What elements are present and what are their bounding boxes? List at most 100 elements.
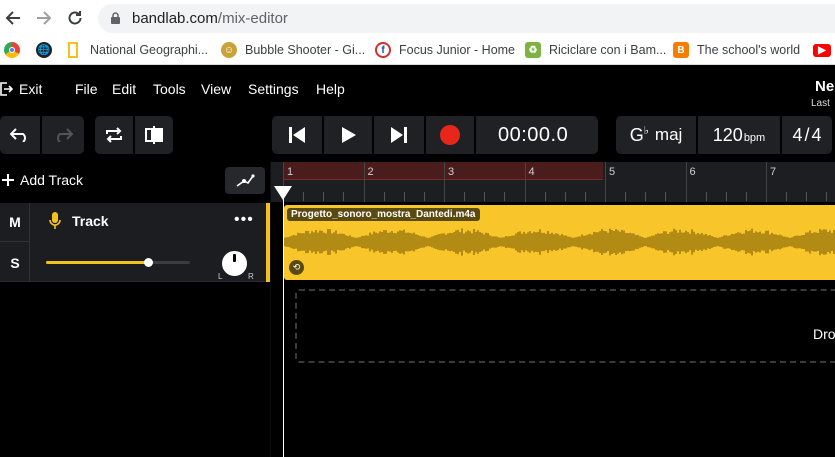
track-name[interactable]: Track — [72, 213, 109, 229]
skip-forward-button[interactable] — [374, 116, 424, 154]
mute-button[interactable]: M — [0, 203, 30, 242]
beat-tick — [484, 192, 486, 201]
bar-number: 6 — [689, 166, 696, 178]
reload-button[interactable] — [64, 7, 86, 29]
url-text: bandlab.com/mix-editor — [132, 10, 288, 27]
bookmark-natgeo[interactable]: National Geographi... — [68, 41, 208, 59]
bookmark-youtube[interactable]: ▶ — [813, 41, 835, 59]
menu-tools[interactable]: Tools — [153, 81, 186, 97]
reload-icon — [68, 11, 82, 25]
menu-file[interactable]: File — [75, 81, 98, 97]
clip-link-icon: ⟲ — [289, 260, 304, 275]
key-button[interactable]: G♭ maj — [616, 116, 696, 154]
audio-clip[interactable]: Progetto_sonoro_mostra_Dantedi.m4a ⟲ — [284, 205, 835, 280]
mix-editor-app: Exit File Edit Tools View Settings Help … — [0, 66, 835, 457]
bookmark-chrome[interactable] — [4, 41, 28, 59]
recycle-icon: ♻ — [525, 42, 541, 58]
mute-solo-column: M S — [0, 203, 30, 282]
back-button[interactable] — [2, 7, 24, 29]
split-icon — [145, 126, 163, 144]
bar-number: 2 — [367, 166, 374, 178]
tempo-button[interactable]: 120 bpm — [698, 116, 780, 154]
beat-tick — [665, 192, 667, 201]
split-button[interactable] — [135, 116, 173, 154]
waveform — [284, 228, 835, 256]
plus-icon — [2, 174, 14, 186]
bar-tick — [444, 162, 445, 202]
undo-button[interactable] — [0, 116, 40, 154]
beat-tick — [584, 192, 586, 201]
track-header[interactable]: M S Track ••• L R — [0, 203, 270, 282]
beat-tick — [826, 192, 828, 201]
volume-thumb[interactable] — [144, 258, 154, 267]
beat-tick — [745, 192, 747, 201]
key-accidental: ♭ — [643, 125, 649, 137]
solo-button[interactable]: S — [0, 243, 30, 282]
bar-tick — [605, 162, 606, 202]
blogger-icon: B — [673, 42, 689, 58]
menu-help[interactable]: Help — [316, 81, 345, 97]
beat-tick — [504, 192, 506, 201]
beat-tick — [343, 192, 345, 201]
bookmark-bubble[interactable]: ☺ Bubble Shooter - Gi... — [221, 41, 365, 59]
volume-slider[interactable] — [46, 258, 190, 267]
menu-bar: Exit File Edit Tools View Settings Help … — [0, 66, 835, 110]
bar-number: 5 — [609, 166, 616, 178]
beat-tick — [544, 192, 546, 201]
bookmark-label: The school's world — [697, 43, 801, 57]
drop-zone[interactable] — [295, 289, 835, 363]
project-title[interactable]: Ne — [815, 78, 834, 95]
timeline-ruler[interactable]: 1 2 3 4 5 6 7 — [271, 162, 835, 202]
forward-arrow-icon — [37, 11, 52, 25]
forward-button[interactable] — [33, 7, 55, 29]
bookmark-blogger[interactable]: B The school's world — [673, 41, 800, 59]
globe-icon: 🌐 — [36, 42, 52, 58]
time-sig-numerator: 4 — [792, 124, 803, 145]
bookmark-label: Bubble Shooter - Gi... — [245, 43, 366, 57]
pan-right-label: R — [248, 272, 254, 281]
pan-knob[interactable] — [222, 251, 247, 276]
menu-view[interactable]: View — [201, 81, 231, 97]
add-track-button[interactable]: Add Track — [2, 172, 83, 188]
key-tempo-group: G♭ maj 120 bpm 4/4 — [616, 116, 832, 154]
project-last-saved: Last — [811, 98, 830, 109]
play-button[interactable] — [324, 116, 372, 154]
loop-region[interactable] — [283, 162, 603, 180]
redo-button[interactable] — [42, 116, 84, 154]
rewind-button[interactable] — [272, 116, 322, 154]
bar-number: 7 — [770, 166, 777, 178]
track-more-button[interactable]: ••• — [234, 211, 254, 229]
exit-button[interactable]: Exit — [0, 81, 42, 97]
bookmark-globe[interactable]: 🌐 — [36, 41, 60, 59]
menu-edit[interactable]: Edit — [112, 81, 136, 97]
record-button[interactable] — [426, 116, 474, 154]
undo-redo-group — [0, 116, 84, 154]
loop-icon — [106, 127, 122, 143]
time-signature-button[interactable]: 4/4 — [782, 116, 832, 154]
menu-settings[interactable]: Settings — [248, 81, 299, 97]
beat-tick — [806, 192, 808, 201]
loop-button[interactable] — [95, 116, 133, 154]
bar-tick — [363, 162, 365, 202]
track-panel: Add Track M S Track ••• L R — [0, 162, 270, 457]
beat-tick — [725, 192, 727, 201]
beat-tick — [564, 192, 566, 201]
bookmark-label: Focus Junior - Home — [399, 43, 516, 57]
time-display: 00:00.0 — [498, 124, 569, 146]
bar-tick — [766, 162, 767, 202]
focus-icon: f — [375, 42, 391, 58]
beat-tick — [705, 192, 707, 201]
address-bar[interactable]: bandlab.com/mix-editor — [98, 4, 835, 33]
timeline[interactable]: 1 2 3 4 5 6 7 Progetto_sonoro_mostra_Dantedi.m… — [271, 162, 835, 457]
bookmark-focus[interactable]: f Focus Junior - Home — [375, 41, 515, 59]
bookmark-recycle[interactable]: ♻ Riciclare con i Bam... — [525, 41, 666, 59]
bar-number: 3 — [448, 166, 455, 178]
automation-icon — [236, 173, 255, 187]
divider — [474, 116, 476, 154]
play-icon — [342, 127, 356, 143]
playhead-handle[interactable] — [274, 186, 292, 200]
exit-icon — [0, 82, 13, 96]
bar-tick — [685, 162, 687, 202]
automation-button[interactable] — [225, 167, 265, 194]
undo-icon — [10, 128, 26, 142]
